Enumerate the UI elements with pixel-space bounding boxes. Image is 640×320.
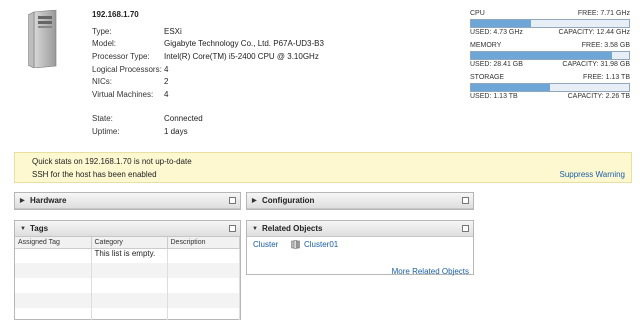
prop-value: Connected — [164, 114, 203, 124]
server-icon — [28, 10, 57, 68]
suppress-warning-link[interactable]: Suppress Warning — [559, 170, 625, 179]
usage-fill — [471, 20, 532, 27]
collapse-arrow-icon[interactable]: ▼ — [252, 226, 262, 232]
prop-value: 1 days — [164, 126, 188, 136]
storage-meter: STORAGE FREE: 1.13 TB USED: 1.13 TB CAPACI… — [470, 74, 630, 101]
prop-row-nics: NICs: 2 — [92, 75, 324, 88]
cluster-link[interactable]: Cluster01 — [304, 240, 338, 249]
tags-table: Assigned Tag Category Description This l… — [15, 237, 240, 320]
panel-title: Hardware — [30, 196, 67, 205]
meter-free: FREE: 1.13 TB — [583, 74, 630, 81]
related-object-row: Cluster Cluster01 — [247, 237, 473, 251]
table-row — [15, 308, 240, 320]
maximize-icon[interactable] — [462, 225, 469, 232]
meter-used: USED: 4.73 GHz — [470, 29, 523, 36]
usage-bar — [470, 83, 630, 92]
more-related-objects-link[interactable]: More Related Objects — [392, 267, 469, 276]
meter-name: MEMORY — [470, 42, 502, 49]
prop-key: Logical Processors: — [92, 64, 162, 74]
tags-panel-header[interactable]: ▼ Tags — [15, 221, 240, 237]
prop-value: 4 — [164, 89, 169, 99]
prop-value: 4 — [164, 64, 169, 74]
empty-list-message: This list is empty. — [91, 248, 168, 263]
prop-row-uptime: Uptime: 1 days — [92, 125, 324, 138]
column-header-assigned-tag[interactable]: Assigned Tag — [15, 237, 92, 249]
prop-key: Type: — [92, 26, 112, 36]
table-row — [15, 278, 240, 293]
meter-capacity: CAPACITY: 31.98 GB — [562, 61, 630, 68]
meter-free: FREE: 3.58 GB — [581, 42, 630, 49]
meter-capacity: CAPACITY: 2.26 TB — [567, 93, 630, 100]
memory-meter: MEMORY FREE: 3.58 GB USED: 28.41 GB CAPACI… — [470, 42, 630, 69]
meter-name: STORAGE — [470, 74, 505, 81]
prop-row-logical: Logical Processors: 4 — [92, 63, 324, 76]
prop-row-model: Model: Gigabyte Technology Co., Ltd. P67A… — [92, 38, 324, 51]
related-object-key: Cluster — [253, 239, 279, 249]
maximize-icon[interactable] — [462, 197, 469, 204]
related-objects-panel: ▼ Related Objects Cluster Cluster01 More… — [246, 220, 474, 276]
panel-title: Configuration — [262, 196, 315, 205]
prop-key: State: — [92, 114, 113, 124]
panel-title: Related Objects — [262, 224, 323, 233]
table-row — [15, 263, 240, 278]
prop-key: NICs: — [92, 77, 112, 87]
cluster-icon — [291, 239, 300, 249]
prop-key: Model: — [92, 39, 117, 49]
related-objects-panel-header[interactable]: ▼ Related Objects — [247, 221, 473, 237]
maximize-icon[interactable] — [229, 225, 236, 232]
table-row: This list is empty. — [15, 248, 240, 263]
prop-value: 2 — [164, 77, 169, 87]
table-row — [15, 293, 240, 308]
cpu-meter: CPU FREE: 7.71 GHz USED: 4.73 GHz CAPACITY… — [470, 10, 630, 37]
meter-used: USED: 28.41 GB — [470, 61, 523, 68]
prop-value: ESXi — [164, 26, 182, 36]
prop-row-processor: Processor Type: Intel(R) Core(TM) i5-2400… — [92, 50, 324, 63]
column-header-description[interactable]: Description — [167, 237, 240, 249]
prop-key: Virtual Machines: — [92, 89, 154, 99]
prop-row-state: State: Connected — [92, 113, 324, 126]
warning-line: SSH for the host has been enabled — [32, 170, 157, 179]
meter-used: USED: 1.13 TB — [470, 93, 518, 100]
usage-fill — [471, 52, 612, 59]
panel-title: Tags — [30, 224, 49, 233]
usage-fill — [471, 84, 550, 91]
column-header-category[interactable]: Category — [91, 237, 168, 249]
prop-key: Processor Type: — [92, 51, 150, 61]
configuration-panel-header[interactable]: ▶ Configuration — [247, 193, 473, 209]
maximize-icon[interactable] — [229, 197, 236, 204]
prop-row-vms: Virtual Machines: 4 — [92, 88, 324, 101]
prop-row-type: Type: ESXi — [92, 25, 324, 38]
host-properties: 192.168.1.70 Type: ESXi Model: Gigabyte Te… — [92, 10, 324, 138]
hardware-panel-header[interactable]: ▶ Hardware — [15, 193, 240, 209]
prop-value: Intel(R) Core(TM) i5-2400 CPU @ 3.10GHz — [164, 51, 319, 61]
warning-line: Quick stats on 192.168.1.70 is not up-to… — [32, 157, 192, 166]
configuration-panel: ▶ Configuration — [246, 192, 474, 210]
expand-arrow-icon[interactable]: ▶ — [252, 197, 262, 204]
meter-free: FREE: 7.71 GHz — [577, 10, 630, 17]
host-title: 192.168.1.70 — [92, 10, 139, 19]
meter-capacity: CAPACITY: 12.44 GHz — [558, 29, 630, 36]
collapse-arrow-icon[interactable]: ▼ — [20, 226, 30, 232]
hardware-panel: ▶ Hardware — [14, 192, 241, 210]
meter-name: CPU — [470, 10, 485, 17]
prop-value: Gigabyte Technology Co., Ltd. P67A-UD3-B… — [164, 39, 324, 49]
expand-arrow-icon[interactable]: ▶ — [20, 197, 30, 204]
warning-banner: Quick stats on 192.168.1.70 is not up-to… — [14, 152, 632, 183]
tags-panel: ▼ Tags Assigned Tag Category Description… — [14, 220, 241, 320]
prop-key: Uptime: — [92, 126, 120, 136]
usage-bar — [470, 19, 630, 28]
usage-bar — [470, 51, 630, 60]
